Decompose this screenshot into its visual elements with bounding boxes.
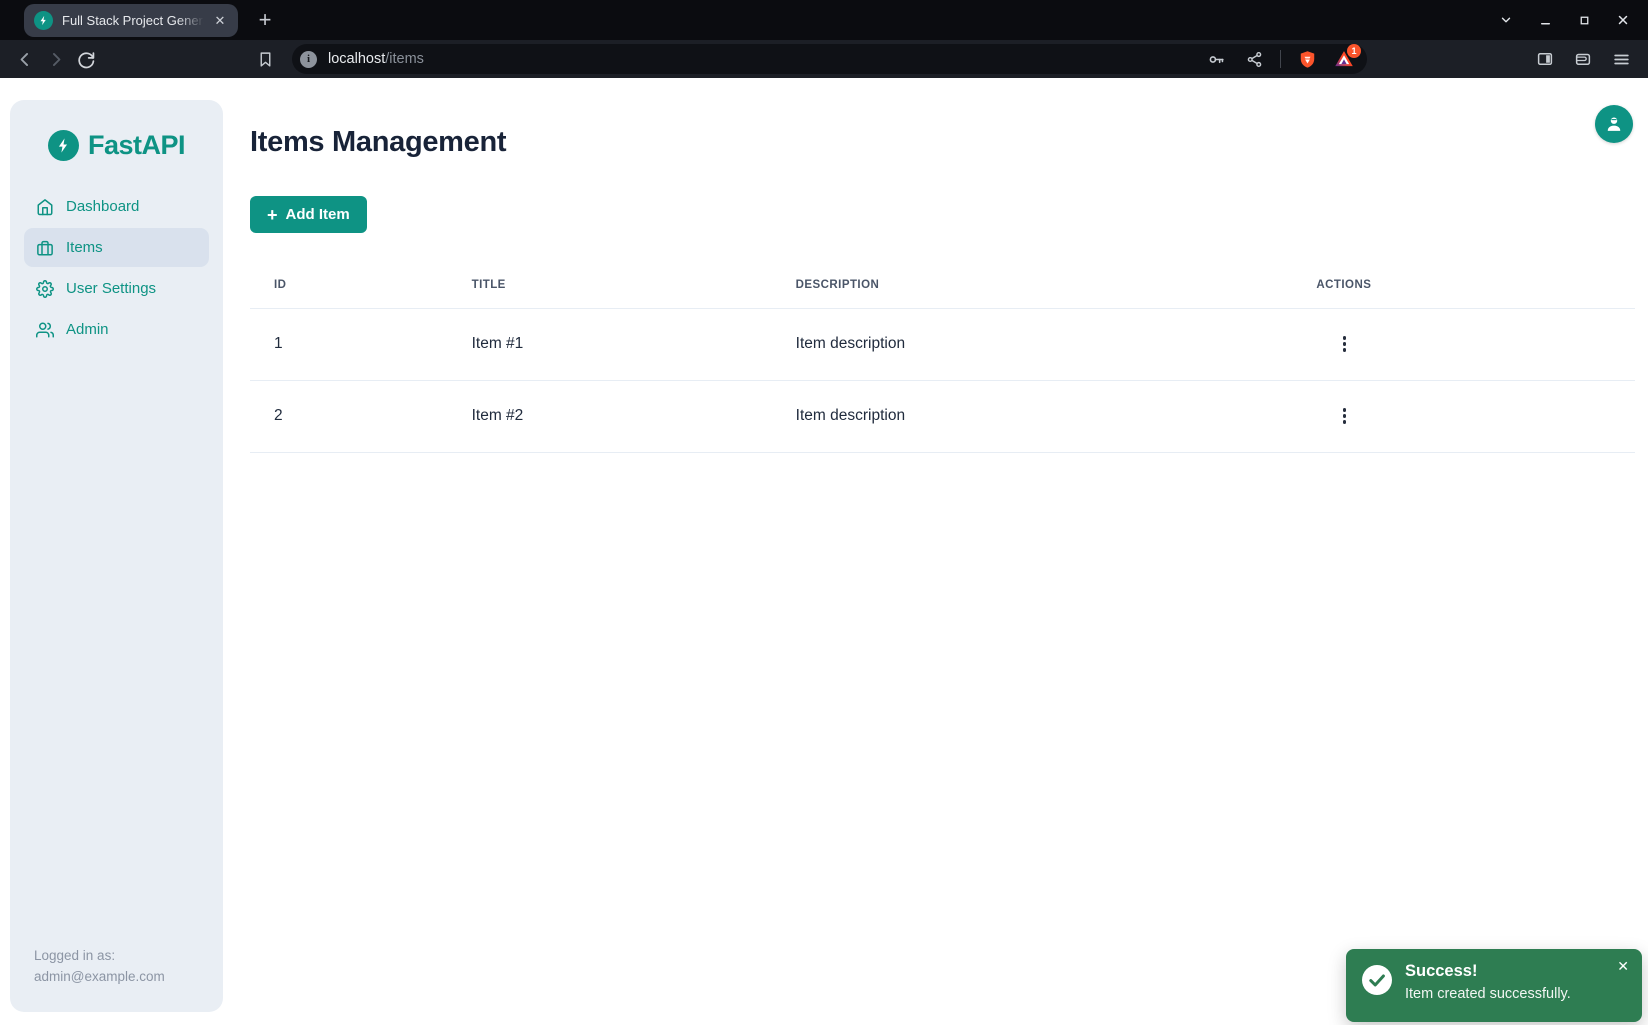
sidebar-item-user-settings[interactable]: User Settings	[24, 269, 209, 308]
user-avatar-button[interactable]	[1595, 105, 1633, 143]
home-icon	[36, 198, 54, 216]
bookmark-icon[interactable]	[250, 44, 280, 74]
row-actions-kebab-icon[interactable]	[1330, 330, 1358, 358]
fastapi-favicon-icon	[34, 11, 53, 30]
col-header-actions: ACTIONS	[1316, 262, 1635, 308]
user-icon	[1603, 113, 1625, 135]
briefcase-icon	[36, 239, 54, 257]
cell-id: 1	[250, 308, 472, 380]
cell-title: Item #1	[472, 308, 796, 380]
share-icon[interactable]	[1242, 47, 1266, 71]
brave-shield-icon[interactable]	[1295, 47, 1319, 71]
toolbar-divider	[1280, 50, 1281, 68]
users-icon	[36, 321, 54, 339]
check-circle-icon	[1362, 965, 1392, 1000]
logged-in-email: admin@example.com	[34, 967, 211, 988]
cell-description: Item description	[796, 380, 1317, 452]
tab-title: Full Stack Project Genera	[62, 13, 210, 28]
row-actions-kebab-icon[interactable]	[1330, 402, 1358, 430]
logged-in-label: Logged in as:	[34, 946, 211, 967]
sidebar-item-dashboard[interactable]: Dashboard	[24, 187, 209, 226]
rewards-badge: 1	[1347, 44, 1361, 58]
col-header-id: ID	[250, 262, 472, 308]
close-window-button[interactable]	[1608, 5, 1638, 35]
sidebar-item-label: User Settings	[66, 280, 156, 297]
main-area: Items Management + Add Item ID TITLE DES…	[250, 78, 1648, 453]
toast-close-icon[interactable]: ✕	[1614, 956, 1632, 976]
url-host: localhost	[328, 51, 385, 67]
tab-strip: Full Stack Project Genera ✕ +	[0, 0, 1648, 40]
browser-tab[interactable]: Full Stack Project Genera ✕	[24, 4, 238, 37]
back-button[interactable]	[10, 44, 40, 74]
fastapi-logo: FastAPI	[10, 130, 223, 161]
cell-id: 2	[250, 380, 472, 452]
forward-button[interactable]	[40, 44, 70, 74]
col-header-title: TITLE	[472, 262, 796, 308]
toolbar-right	[1530, 44, 1638, 74]
menu-hamburger-icon[interactable]	[1606, 44, 1636, 74]
col-header-description: DESCRIPTION	[796, 262, 1317, 308]
add-item-button[interactable]: + Add Item	[250, 196, 367, 233]
window-controls	[1491, 0, 1638, 40]
page-content: FastAPI Dashboard Items User Settings	[0, 78, 1648, 1025]
new-tab-button[interactable]: +	[250, 5, 280, 35]
maximize-button[interactable]	[1569, 5, 1599, 35]
items-table: ID TITLE DESCRIPTION ACTIONS 1 Item #1 I…	[250, 262, 1635, 453]
wallet-icon[interactable]	[1568, 44, 1598, 74]
cell-description: Item description	[796, 308, 1317, 380]
minimize-button[interactable]	[1530, 5, 1560, 35]
password-key-icon[interactable]	[1204, 47, 1228, 71]
sidebar-item-admin[interactable]: Admin	[24, 310, 209, 349]
table-row: 2 Item #2 Item description	[250, 380, 1635, 452]
gear-icon	[36, 280, 54, 298]
sidebar-item-items[interactable]: Items	[24, 228, 209, 267]
sidebar: FastAPI Dashboard Items User Settings	[10, 100, 223, 1012]
table-header-row: ID TITLE DESCRIPTION ACTIONS	[250, 262, 1635, 308]
site-info-icon[interactable]: i	[300, 51, 317, 68]
browser-window: Full Stack Project Genera ✕ +	[0, 0, 1648, 1025]
sidebar-item-label: Admin	[66, 321, 109, 338]
sidebar-item-label: Dashboard	[66, 198, 139, 215]
add-item-label: Add Item	[286, 206, 350, 223]
table-row: 1 Item #1 Item description	[250, 308, 1635, 380]
cell-title: Item #2	[472, 380, 796, 452]
logged-in-footer: Logged in as: admin@example.com	[10, 946, 223, 1012]
tab-search-chevron-icon[interactable]	[1491, 5, 1521, 35]
sidebar-nav: Dashboard Items User Settings Admin	[10, 187, 223, 349]
toast-text: Success! Item created successfully.	[1405, 962, 1571, 1002]
url-bar[interactable]: i localhost /items	[292, 44, 1367, 74]
toast-title: Success!	[1405, 962, 1571, 981]
browser-toolbar: i localhost /items	[0, 40, 1648, 78]
plus-icon: +	[267, 206, 278, 224]
toast-message: Item created successfully.	[1405, 986, 1571, 1002]
url-path: /items	[385, 51, 424, 67]
fastapi-logo-text: FastAPI	[88, 130, 185, 161]
reload-button[interactable]	[70, 44, 100, 74]
tab-close-icon[interactable]: ✕	[210, 11, 230, 31]
page-title: Items Management	[250, 78, 1635, 159]
success-toast: Success! Item created successfully. ✕	[1346, 949, 1642, 1022]
fastapi-logo-icon	[48, 130, 79, 161]
sidebar-toggle-icon[interactable]	[1530, 44, 1560, 74]
sidebar-item-label: Items	[66, 239, 103, 256]
